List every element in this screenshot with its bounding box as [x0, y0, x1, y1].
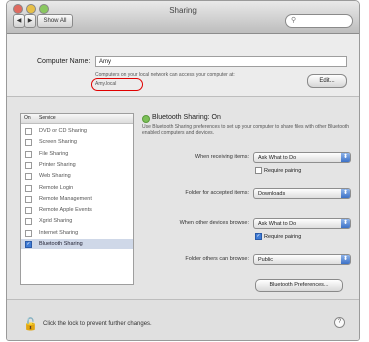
title-bar: Sharing ◀ ▶ Show All ⚲ [7, 1, 359, 34]
bluetooth-status: Bluetooth Sharing: On [152, 114, 221, 121]
popup-arrow-icon: ⬍ [341, 189, 350, 198]
header-on: On [24, 115, 31, 121]
service-checkbox[interactable] [25, 207, 32, 215]
lock-text: Click the lock to prevent further change… [43, 321, 152, 327]
service-row[interactable]: Screen Sharing [21, 137, 133, 147]
service-row[interactable]: ✓ Bluetooth Sharing [21, 239, 133, 249]
service-label: Web Sharing [39, 173, 71, 180]
service-checkbox[interactable] [25, 173, 32, 181]
require-pairing-label-1: Require pairing [264, 167, 302, 174]
checkbox-icon: ✓ [255, 233, 262, 240]
popup-arrow-icon: ⬍ [341, 255, 350, 264]
service-row[interactable]: File Sharing [21, 149, 133, 159]
service-checkbox[interactable]: ✓ [25, 241, 32, 248]
service-row[interactable]: Remote Apple Events [21, 205, 133, 215]
service-checkbox[interactable] [25, 184, 32, 192]
service-checkbox[interactable] [25, 150, 32, 158]
service-row[interactable]: Web Sharing [21, 171, 133, 181]
service-row[interactable]: Remote Management [21, 194, 133, 204]
service-list-header: On Service [21, 114, 133, 124]
require-pairing-checkbox-1[interactable]: Require pairing [255, 167, 301, 174]
service-row[interactable]: Internet Sharing [21, 228, 133, 238]
header-service: Service [39, 115, 56, 121]
checkbox-icon [255, 167, 262, 174]
show-all-button[interactable]: Show All [37, 14, 73, 28]
service-label: Screen Sharing [39, 139, 77, 146]
browse-label: When other devices browse: [179, 220, 249, 226]
help-button[interactable]: ? [334, 317, 345, 328]
browse-popup[interactable]: Ask What to Do ⬍ [253, 218, 351, 229]
service-label: Remote Login [39, 184, 74, 191]
highlight-ring [91, 78, 143, 91]
search-icon: ⚲ [291, 17, 297, 24]
service-row[interactable]: DVD or CD Sharing [21, 126, 133, 136]
service-checkbox[interactable] [25, 195, 32, 203]
service-label: Bluetooth Sharing [39, 241, 83, 247]
bluetooth-preferences-button[interactable]: Bluetooth Preferences... [255, 279, 343, 292]
browse-folder-popup[interactable]: Public ⬍ [253, 254, 351, 265]
computer-name-section: Computer Name: Amy Computers on your loc… [7, 34, 359, 97]
edit-button[interactable]: Edit... [307, 74, 347, 88]
service-list: On Service DVD or CD Sharing Screen Shari… [20, 113, 134, 285]
browse-value: Ask What to Do [258, 221, 297, 227]
sharing-window: Sharing ◀ ▶ Show All ⚲ Computer Name: Am… [6, 0, 360, 341]
service-label: Remote Apple Events [39, 207, 92, 214]
service-row[interactable]: Printer Sharing [21, 160, 133, 170]
service-checkbox[interactable] [25, 218, 32, 226]
service-checkbox[interactable] [25, 139, 32, 147]
forward-button[interactable]: ▶ [24, 14, 36, 28]
service-checkbox[interactable] [25, 229, 32, 237]
folder-value: Downloads [258, 191, 286, 197]
receiving-label: When receiving items: [194, 154, 249, 160]
status-indicator [142, 115, 150, 123]
require-pairing-checkbox-2[interactable]: ✓ Require pairing [255, 233, 301, 240]
require-pairing-label-2: Require pairing [264, 233, 302, 240]
service-row[interactable]: Remote Login [21, 183, 133, 193]
bluetooth-description: Use Bluetooth Sharing preferences to set… [142, 124, 350, 136]
popup-arrow-icon: ⬍ [341, 153, 350, 162]
service-label: Printer Sharing [39, 161, 76, 168]
folder-label: Folder for accepted items: [185, 190, 249, 196]
browse-folder-label: Folder others can browse: [185, 256, 249, 262]
receiving-popup[interactable]: Ask What to Do ⬍ [253, 152, 351, 163]
receiving-value: Ask What to Do [258, 155, 297, 161]
service-label: Remote Management [39, 195, 92, 202]
service-checkbox[interactable] [25, 161, 32, 169]
service-checkbox[interactable] [25, 128, 32, 135]
service-label: File Sharing [39, 150, 69, 157]
popup-arrow-icon: ⬍ [341, 219, 350, 228]
lock-icon[interactable]: 🔓 [23, 317, 38, 331]
service-label: DVD or CD Sharing [39, 128, 87, 134]
service-row[interactable]: Xgrid Sharing [21, 216, 133, 226]
folder-popup[interactable]: Downloads ⬍ [253, 188, 351, 199]
computer-name-field[interactable]: Amy [95, 56, 347, 67]
browse-folder-value: Public [258, 257, 273, 263]
footer: 🔓 Click the lock to prevent further chan… [7, 299, 359, 340]
search-field[interactable]: ⚲ [285, 14, 353, 28]
computer-name-label: Computer Name: [37, 58, 91, 65]
service-label: Xgrid Sharing [39, 218, 73, 225]
service-label: Internet Sharing [39, 229, 79, 236]
